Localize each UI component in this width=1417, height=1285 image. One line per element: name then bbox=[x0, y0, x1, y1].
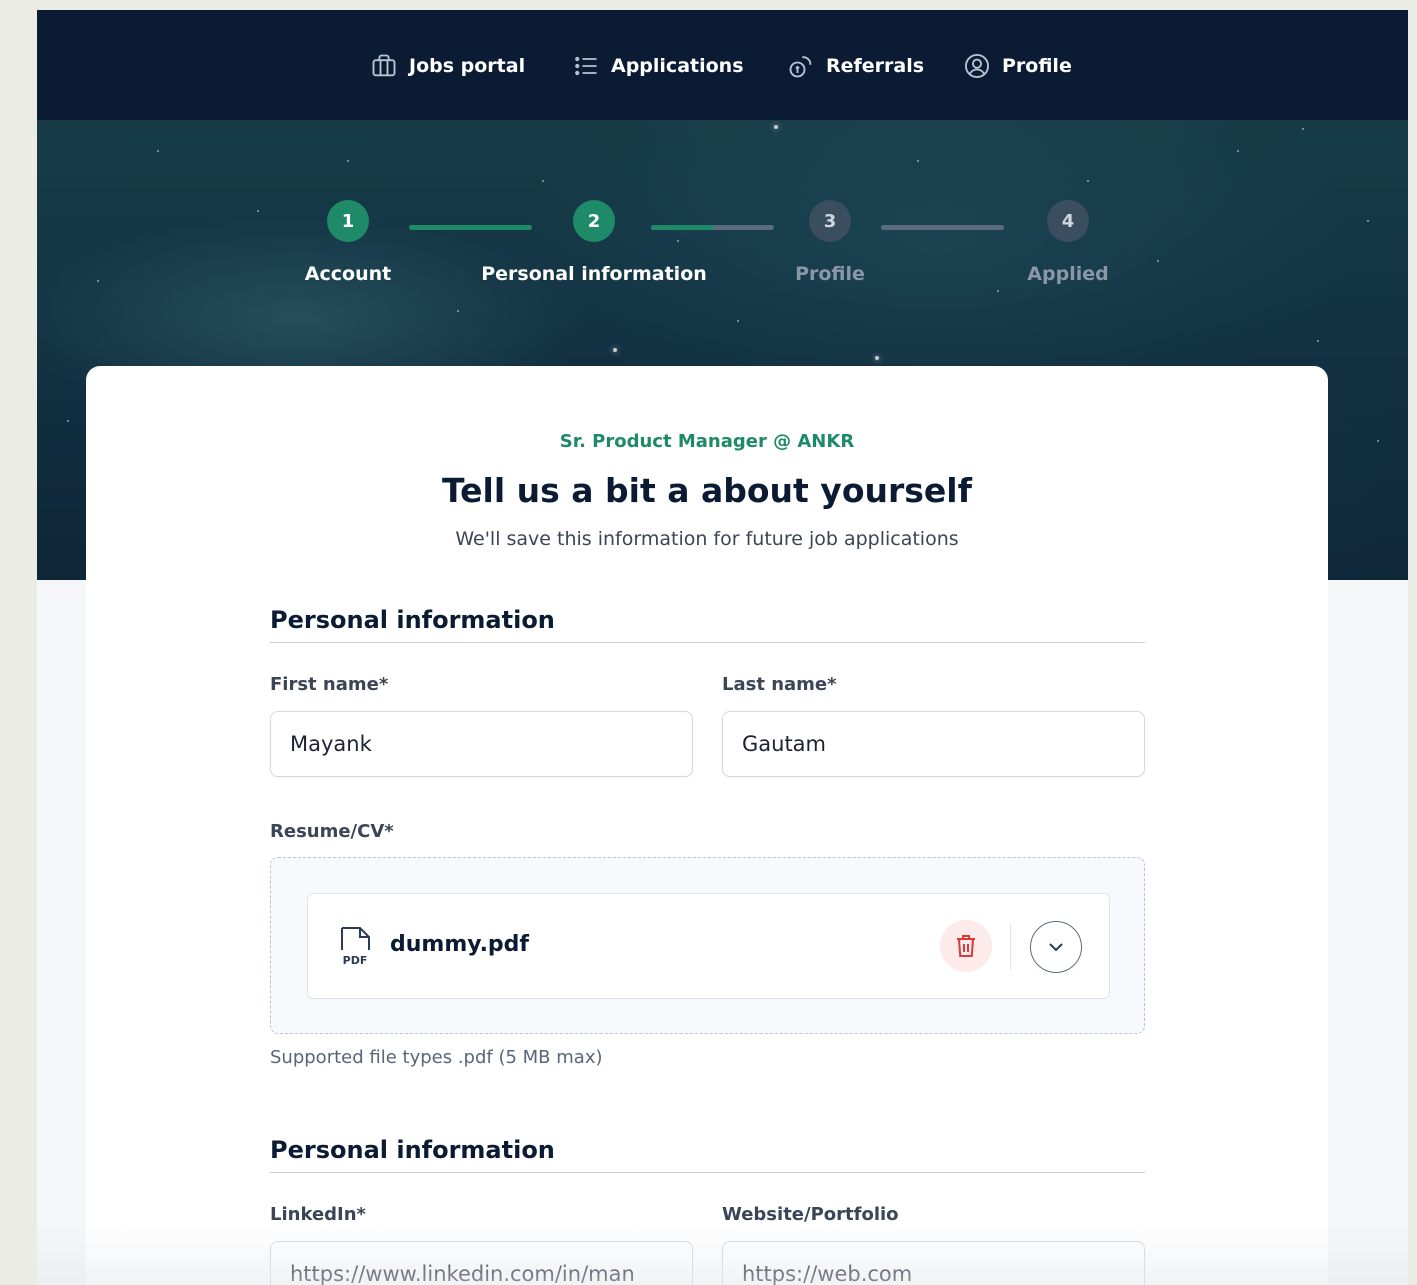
step-label-profile: Profile bbox=[795, 263, 865, 285]
top-navigation: Jobs portal Applications Referrals Profi… bbox=[37, 10, 1408, 120]
nav-jobs-portal[interactable]: Jobs portal bbox=[370, 50, 525, 82]
step-connector-1 bbox=[409, 225, 532, 230]
application-form-card: Sr. Product Manager @ ANKR Tell us a bit… bbox=[86, 366, 1328, 1285]
nav-profile-label: Profile bbox=[1002, 55, 1072, 77]
resume-label: Resume/CV* bbox=[270, 821, 394, 842]
nav-referrals-label: Referrals bbox=[826, 55, 925, 77]
coins-icon bbox=[789, 56, 812, 78]
job-title: Sr. Product Manager @ ANKR bbox=[559, 431, 855, 452]
user-circle-icon bbox=[964, 53, 990, 79]
linkedin-input[interactable]: https://www.linkedin.com/in/man bbox=[270, 1241, 693, 1285]
nav-jobs-portal-label: Jobs portal bbox=[409, 55, 526, 77]
nav-applications[interactable]: Applications bbox=[572, 50, 744, 82]
website-input[interactable]: https://web.com bbox=[722, 1241, 1145, 1285]
step-connector-3 bbox=[881, 225, 1004, 230]
briefcase-icon bbox=[372, 54, 396, 77]
pdf-badge-text: PDF bbox=[343, 954, 368, 967]
first-name-label: First name* bbox=[270, 674, 389, 695]
last-name-input[interactable]: Gautam bbox=[722, 711, 1145, 777]
nav-applications-label: Applications bbox=[611, 55, 744, 77]
resume-upload-zone[interactable]: PDF dummy.pdf bbox=[270, 857, 1145, 1034]
pdf-file-icon: PDF bbox=[341, 927, 370, 967]
trash-icon bbox=[957, 935, 975, 957]
step-label-personal-information: Personal information bbox=[481, 263, 707, 285]
step-circle-2: 2 bbox=[573, 200, 615, 242]
step-circle-3: 3 bbox=[809, 200, 851, 242]
section-title-personal-information-2: Personal information bbox=[270, 1136, 1145, 1173]
step-circle-1: 1 bbox=[327, 200, 369, 242]
delete-file-button[interactable] bbox=[940, 920, 992, 972]
divider bbox=[1010, 924, 1011, 970]
step-label-applied: Applied bbox=[1027, 263, 1109, 285]
nav-referrals[interactable]: Referrals bbox=[787, 50, 924, 82]
step-label-account: Account bbox=[304, 263, 392, 285]
step-connector-2 bbox=[651, 225, 774, 230]
first-name-input[interactable]: Mayank bbox=[270, 711, 693, 777]
page-subtitle: We'll save this information for future j… bbox=[455, 528, 959, 550]
nav-profile[interactable]: Profile bbox=[963, 50, 1072, 82]
section-title-personal-information: Personal information bbox=[270, 606, 1145, 643]
step-circle-4: 4 bbox=[1047, 200, 1089, 242]
chevron-down-icon bbox=[1049, 943, 1063, 952]
app-frame: Jobs portal Applications Referrals Profi… bbox=[37, 10, 1408, 1285]
file-type-hint: Supported file types .pdf (5 MB max) bbox=[270, 1047, 603, 1068]
page-title: Tell us a bit a about yourself bbox=[442, 471, 972, 510]
file-name: dummy.pdf bbox=[390, 932, 530, 957]
expand-file-button[interactable] bbox=[1030, 921, 1082, 973]
website-label: Website/Portfolio bbox=[722, 1204, 899, 1225]
last-name-label: Last name* bbox=[722, 674, 837, 695]
uploaded-file-row: PDF dummy.pdf bbox=[307, 893, 1110, 999]
list-icon bbox=[575, 56, 597, 76]
linkedin-label: LinkedIn* bbox=[270, 1204, 366, 1225]
